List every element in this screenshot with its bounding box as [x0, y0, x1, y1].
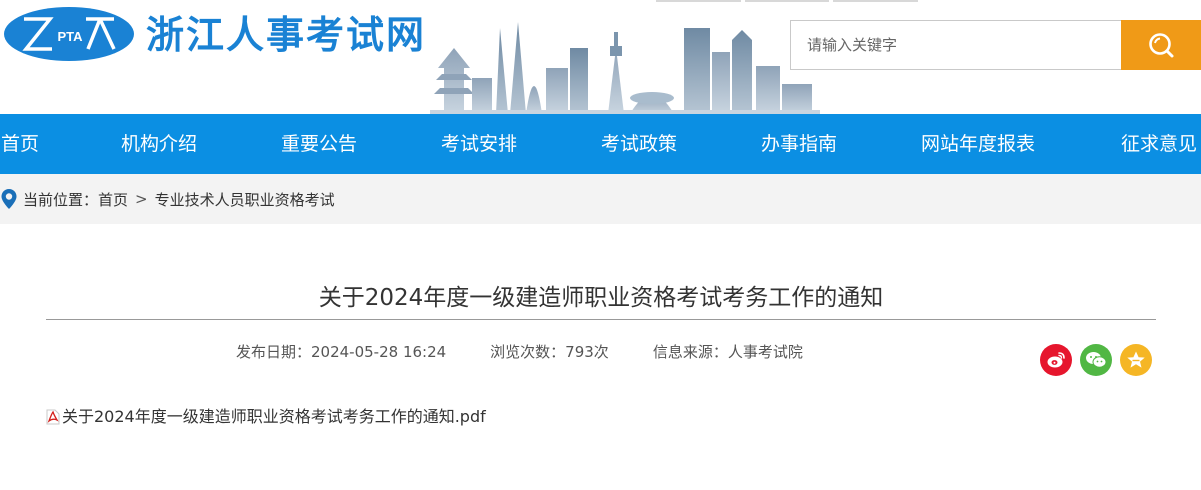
publish-date: 发布日期：2024-05-28 16:24 — [236, 343, 447, 361]
search-input[interactable] — [790, 20, 1122, 70]
nav-item-feedback[interactable]: 征求意见 — [1121, 114, 1197, 174]
favorite-button[interactable] — [1120, 344, 1152, 376]
search-button[interactable] — [1121, 20, 1201, 70]
site-header: PTA 浙江人事考试网 — [0, 0, 1201, 114]
pta-logo[interactable]: PTA — [2, 5, 136, 63]
nav-item-exam-policy[interactable]: 考试政策 — [601, 114, 677, 174]
breadcrumb-separator: > — [135, 190, 148, 208]
article-title: 关于2024年度一级建造师职业资格考试考务工作的通知 — [318, 285, 884, 311]
top-tab[interactable] — [656, 0, 741, 2]
info-source: 信息来源：人事考试院 — [652, 343, 803, 361]
main-nav: 首页 机构介绍 重要公告 考试安排 考试政策 办事指南 网站年度报表 征求意见 — [0, 114, 1201, 174]
breadcrumb-label: 当前位置： — [23, 190, 99, 209]
search-icon — [1149, 33, 1174, 58]
nav-item-home[interactable]: 首页 — [1, 114, 39, 174]
share-wechat-button[interactable] — [1080, 344, 1112, 376]
nav-item-exam-schedule[interactable]: 考试安排 — [441, 114, 517, 174]
share-weibo-button[interactable] — [1040, 344, 1072, 376]
view-count: 浏览次数：793次 — [490, 343, 609, 361]
top-tab[interactable] — [833, 0, 919, 2]
nav-item-guide[interactable]: 办事指南 — [761, 114, 837, 174]
article-meta: 发布日期：2024-05-28 16:24 浏览次数：793次 信息来源：人事考… — [236, 341, 803, 363]
nav-item-about[interactable]: 机构介绍 — [121, 114, 197, 174]
location-pin-icon — [1, 189, 17, 209]
breadcrumb-bar: 当前位置： 首页 > 专业技术人员职业资格考试 — [0, 174, 1201, 224]
wechat-icon — [1086, 352, 1107, 368]
nav-item-annual-report[interactable]: 网站年度报表 — [921, 114, 1035, 174]
site-title[interactable]: 浙江人事考试网 — [146, 10, 426, 60]
pdf-icon — [46, 409, 60, 425]
logo-text: PTA — [57, 29, 83, 44]
attachment-filename: 关于2024年度一级建造师职业资格考试考务工作的通知.pdf — [62, 407, 486, 426]
breadcrumb-home[interactable]: 首页 — [98, 189, 128, 210]
breadcrumb-current[interactable]: 专业技术人员职业资格考试 — [155, 189, 335, 210]
nav-item-announcements[interactable]: 重要公告 — [281, 114, 357, 174]
city-skyline-illustration — [430, 22, 820, 114]
breadcrumb: 当前位置： 首页 > 专业技术人员职业资格考试 — [0, 174, 335, 224]
title-divider — [46, 319, 1156, 320]
weibo-icon — [1047, 352, 1065, 368]
top-tab[interactable] — [744, 0, 830, 2]
star-icon — [1127, 351, 1145, 368]
top-tabs — [656, 0, 919, 2]
pdf-attachment-link[interactable]: 关于2024年度一级建造师职业资格考试考务工作的通知.pdf — [46, 405, 486, 429]
